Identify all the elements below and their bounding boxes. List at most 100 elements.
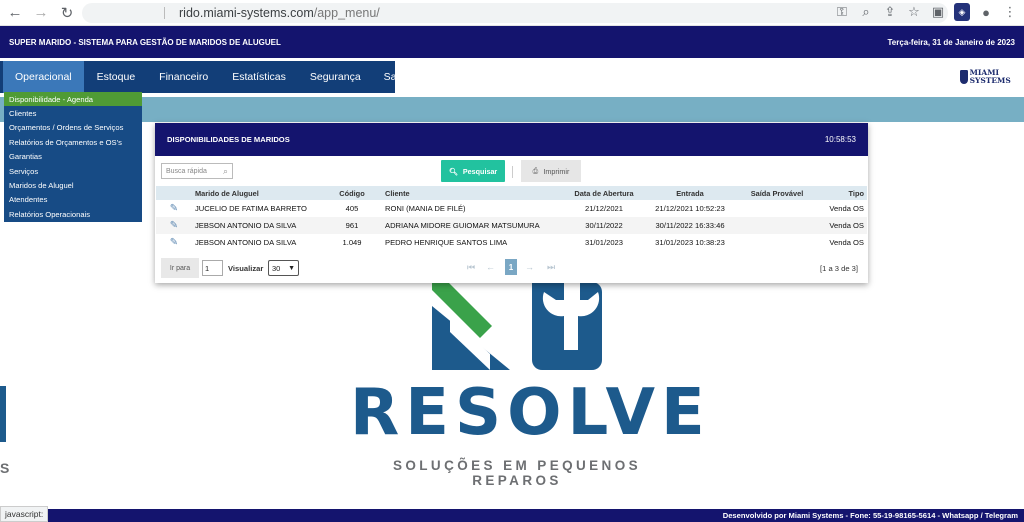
operacional-dropdown: Disponibilidade - Agenda Clientes Orçame…	[4, 92, 142, 222]
cell-marido: JEBSON ANTONIO DA SILVA	[192, 217, 322, 234]
col-tipo[interactable]: Tipo	[813, 186, 867, 200]
menu-seguranca[interactable]: Segurança	[297, 61, 372, 93]
prev-page-icon[interactable]: ←	[486, 262, 495, 272]
zoom-icon[interactable]: ⌕	[858, 3, 874, 21]
disponibilidades-panel: DISPONIBILIDADES DE MARIDOS 10:58:53 Bus…	[155, 123, 868, 283]
background-tagline-fragment: S	[0, 460, 10, 476]
cell-cliente: RONI (MANIA DE FILÉ)	[382, 200, 569, 217]
next-page-icon[interactable]: →	[525, 262, 534, 272]
star-icon[interactable]: ☆	[906, 3, 922, 21]
menu-sair[interactable]: Sair	[372, 61, 414, 93]
menu-dots-icon[interactable]: ⋮	[1002, 3, 1018, 21]
col-cliente[interactable]: Cliente	[382, 186, 569, 200]
app-header: SUPER MARIDO - SISTEMA PARA GESTÃO DE MA…	[0, 26, 1024, 58]
app-footer: Desenvolvido por Miami Systems - Fone: 5…	[0, 509, 1024, 522]
address-bar[interactable]: rido.miami-systems.com/app_menu/	[82, 3, 948, 23]
goto-button[interactable]: Ir para	[161, 258, 199, 278]
browser-actions: ⚿ ⌕ ⇪ ☆ ▣ ◈ ● ⋮	[834, 3, 1018, 21]
pagination-info: [1 a 3 de 3]	[820, 264, 858, 273]
panel-header: DISPONIBILIDADES DE MARIDOS 10:58:53	[155, 123, 868, 156]
edit-icon[interactable]: ✎	[156, 234, 192, 251]
imprimir-button[interactable]: ⎙ Imprimir	[521, 160, 581, 182]
col-actions	[156, 186, 192, 200]
page-root: { "browser": { "url_host": "rido.miami-s…	[0, 0, 1024, 522]
cell-cliente: ADRIANA MIDORE GUIOMAR MATSUMURA	[382, 217, 569, 234]
miami-systems-logo: MIAMI SYSTEMS	[960, 65, 1020, 89]
browser-status-bar: javascript:	[0, 506, 49, 522]
edit-icon[interactable]: ✎	[156, 200, 192, 217]
cell-tipo: Venda OS	[813, 217, 867, 234]
header-date: Terça-feira, 31 de Janeiro de 2023	[887, 37, 1015, 47]
url-host: rido.miami-systems.com	[179, 6, 314, 20]
table-row[interactable]: ✎ JUCELIO DE FATIMA BARRETO 405 RONI (MA…	[156, 200, 867, 217]
quick-search-placeholder: Busca rápida	[166, 167, 207, 175]
cell-tipo: Venda OS	[813, 234, 867, 251]
col-entrada[interactable]: Entrada	[639, 186, 741, 200]
panel-toolbar: Busca rápida ⌕ 🔍︎ Pesquisar ⎙ Imprimir	[155, 156, 868, 186]
dropdown-item-disponibilidade[interactable]: Disponibilidade - Agenda	[4, 92, 142, 107]
sidebar-icon[interactable]: ▣	[930, 3, 946, 21]
pesquisar-button[interactable]: 🔍︎ Pesquisar	[441, 160, 505, 182]
cell-entrada: 30/11/2022 16:33:46	[639, 217, 741, 234]
last-page-icon[interactable]: ⏭	[547, 262, 555, 273]
sub-header-band	[0, 97, 1024, 122]
col-marido[interactable]: Marido de Aluguel	[192, 186, 322, 200]
back-icon[interactable]: ←	[4, 2, 26, 24]
menu-financeiro[interactable]: Financeiro	[146, 61, 219, 93]
share-icon[interactable]: ⇪	[882, 3, 898, 21]
background-logo-fragment	[0, 386, 6, 442]
current-page-button[interactable]: 1	[505, 259, 517, 275]
dropdown-item-relatorios-orcamentos[interactable]: Relatórios de Orçamentos e OS's	[4, 135, 142, 149]
reload-icon[interactable]: ↻	[56, 2, 78, 24]
cell-codigo: 405	[322, 200, 382, 217]
dropdown-item-maridos[interactable]: Maridos de Aluguel	[4, 178, 142, 192]
dropdown-item-relatorios-operacionais[interactable]: Relatórios Operacionais	[4, 207, 142, 221]
shield-icon	[960, 70, 968, 84]
edit-icon[interactable]: ✎	[156, 217, 192, 234]
cell-marido: JUCELIO DE FATIMA BARRETO	[192, 200, 322, 217]
dropdown-item-servicos[interactable]: Serviços	[4, 164, 142, 178]
brand-name: RESOLVE	[350, 376, 711, 450]
quick-search-input[interactable]: Busca rápida ⌕	[161, 163, 233, 179]
first-page-icon[interactable]: ⏮	[467, 262, 475, 273]
dropdown-item-garantias[interactable]: Garantias	[4, 150, 142, 164]
cell-data-abertura: 31/01/2023	[569, 234, 639, 251]
dropdown-item-atendentes[interactable]: Atendentes	[4, 193, 142, 207]
dropdown-item-orcamentos[interactable]: Orçamentos / Ordens de Serviços	[4, 121, 142, 135]
key-icon[interactable]: ⚿	[834, 3, 850, 21]
col-saida-provavel[interactable]: Saída Provável	[741, 186, 813, 200]
table-row[interactable]: ✎ JEBSON ANTONIO DA SILVA 961 ADRIANA MI…	[156, 217, 867, 234]
wrench-logo-graphic	[432, 282, 602, 370]
cell-tipo: Venda OS	[813, 200, 867, 217]
pesquisar-label: Pesquisar	[462, 166, 498, 176]
view-label: Visualizar	[228, 264, 264, 273]
page-size-select[interactable]: 30 ▼	[268, 260, 299, 276]
cell-saida-provavel	[741, 200, 813, 217]
menu-operacional[interactable]: Operacional	[3, 61, 84, 93]
table-header-row: Marido de Aluguel Código Cliente Data de…	[156, 186, 867, 200]
printer-icon: ⎙	[532, 166, 539, 175]
address-separator	[164, 7, 165, 19]
page-number-input[interactable]: 1	[202, 260, 223, 276]
brand-tagline: SOLUÇÕES EM PEQUENOS REPAROS	[392, 458, 642, 488]
app-title: SUPER MARIDO - SISTEMA PARA GESTÃO DE MA…	[9, 37, 281, 47]
footer-text: Desenvolvido por Miami Systems - Fone: 5…	[722, 511, 1018, 520]
profile-icon[interactable]: ●	[978, 3, 994, 21]
col-codigo[interactable]: Código	[322, 186, 382, 200]
menu-estoque[interactable]: Estoque	[84, 61, 147, 93]
logo-text: MIAMI SYSTEMS	[969, 68, 1011, 85]
cell-cliente: PEDRO HENRIQUE SANTOS LIMA	[382, 234, 569, 251]
extension-icon[interactable]: ◈	[954, 3, 970, 21]
cell-data-abertura: 21/12/2021	[569, 200, 639, 217]
pagination-bar: Ir para 1 Visualizar 30 ▼ ⏮ ← 1 → ⏭ [1 a…	[155, 253, 868, 283]
forward-icon[interactable]: →	[30, 2, 52, 24]
dropdown-item-clientes[interactable]: Clientes	[4, 106, 142, 120]
menu-estatisticas[interactable]: Estatísticas	[219, 61, 297, 93]
resolve-logo: RESOLVE SOLUÇÕES EM PEQUENOS REPAROS	[350, 282, 711, 488]
table-row[interactable]: ✎ JEBSON ANTONIO DA SILVA 1.049 PEDRO HE…	[156, 234, 867, 251]
panel-title: DISPONIBILIDADES DE MARIDOS	[167, 135, 290, 144]
col-data-abertura[interactable]: Data de Abertura	[569, 186, 639, 200]
main-menu: Operacional Estoque Financeiro Estatísti…	[0, 61, 402, 93]
chevron-down-icon: ▼	[288, 264, 295, 272]
url-path: /app_menu/	[313, 6, 380, 20]
